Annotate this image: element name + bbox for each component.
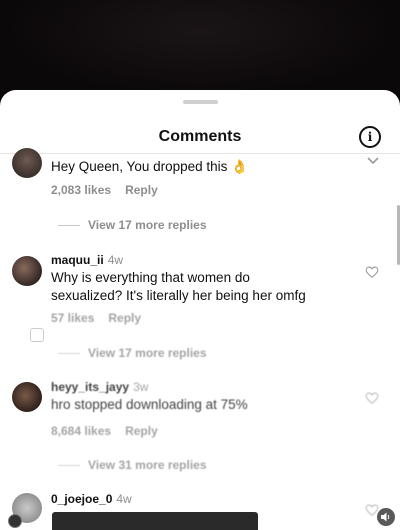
reply-button[interactable]: Reply: [108, 311, 141, 325]
view-more-replies[interactable]: View 31 more replies: [58, 458, 207, 472]
comment-age: 4w: [107, 253, 124, 267]
comment-text: Why is everything that women do sexualiz…: [51, 270, 306, 303]
username[interactable]: maquu_ii 4w: [51, 253, 123, 267]
username[interactable]: heyy_its_jayy 3w: [51, 380, 148, 394]
comment-age: 4w: [116, 492, 132, 506]
info-icon[interactable]: i: [359, 126, 381, 148]
sheet-title: Comments: [158, 128, 242, 145]
comment-meta: 8,684 likes Reply: [51, 424, 158, 438]
comment-text: Hey Queen, You dropped this 👌: [51, 159, 248, 174]
comment-meta: 2,083 likes Reply: [51, 183, 158, 197]
comment-age: 3w: [133, 380, 149, 394]
comment-text: hro stopped downloading at 75%: [51, 397, 248, 412]
captions-icon[interactable]: [8, 514, 22, 528]
replies-line: [58, 225, 80, 227]
replies-line: [58, 353, 80, 355]
replies-line: [58, 465, 80, 467]
avatar[interactable]: [12, 148, 42, 178]
speaker-glyph: [381, 512, 390, 522]
heart-outline-icon[interactable]: [365, 265, 379, 279]
speaker-icon[interactable]: [377, 508, 395, 526]
comment-meta: 57 likes Reply: [51, 311, 141, 325]
avatar[interactable]: [12, 382, 42, 412]
comment-media-thumbnail[interactable]: [52, 512, 258, 530]
avatar[interactable]: [12, 256, 42, 286]
reply-button[interactable]: Reply: [125, 183, 158, 197]
link-icon: [30, 328, 44, 342]
likes-count[interactable]: 2,083 likes: [51, 183, 111, 197]
username[interactable]: 0_joejoe_0 4w: [51, 492, 132, 506]
likes-count[interactable]: 8,684 likes: [51, 424, 111, 438]
reply-button[interactable]: Reply: [125, 424, 158, 438]
view-more-replies[interactable]: View 17 more replies: [58, 346, 207, 360]
heart-outline-icon[interactable]: [365, 391, 379, 405]
video-backdrop: [0, 0, 400, 100]
emoji: 👌: [231, 159, 248, 174]
drag-handle[interactable]: [183, 100, 218, 104]
header-divider: [0, 153, 400, 154]
comments-sheet: Comments i Hey Queen, You dropped this 👌…: [0, 90, 400, 530]
view-more-replies[interactable]: View 17 more replies: [58, 218, 207, 232]
likes-count[interactable]: 57 likes: [51, 311, 94, 325]
chevron-down-icon[interactable]: [366, 154, 380, 168]
